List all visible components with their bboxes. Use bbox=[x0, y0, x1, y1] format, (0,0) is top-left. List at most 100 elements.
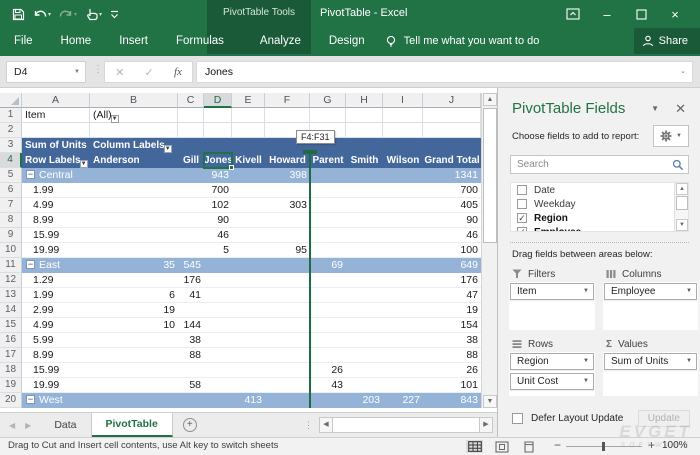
cell-D13[interactable] bbox=[204, 288, 232, 303]
col-header-H[interactable]: H bbox=[346, 93, 383, 108]
cell-I20[interactable]: 227 bbox=[383, 393, 423, 408]
field-pill-unit-cost[interactable]: Unit Cost▼ bbox=[510, 373, 594, 390]
cell-I18[interactable] bbox=[383, 363, 423, 378]
tab-design[interactable]: Design bbox=[315, 28, 379, 54]
cell-I16[interactable] bbox=[383, 333, 423, 348]
cell-D18[interactable] bbox=[204, 363, 232, 378]
cell-A3[interactable]: Sum of Units bbox=[22, 138, 90, 153]
cell-G9[interactable] bbox=[310, 228, 346, 243]
row-header-15[interactable]: 15 bbox=[0, 318, 22, 333]
cell-E3[interactable] bbox=[232, 138, 265, 153]
cell-D15[interactable] bbox=[204, 318, 232, 333]
defer-layout-checkbox[interactable] bbox=[512, 413, 523, 424]
row-header-3[interactable]: 3 bbox=[0, 138, 22, 153]
cell-B4[interactable]: Anderson bbox=[90, 153, 178, 168]
cell-H18[interactable] bbox=[346, 363, 383, 378]
col-header-J[interactable]: J bbox=[423, 93, 481, 108]
cell-A19[interactable]: 19.99 bbox=[22, 378, 90, 393]
cell-C2[interactable] bbox=[178, 123, 204, 138]
field-item-date[interactable]: Date bbox=[511, 183, 674, 197]
fill-handle[interactable] bbox=[229, 165, 234, 170]
cell-J17[interactable]: 88 bbox=[423, 348, 481, 363]
cell-G19[interactable]: 43 bbox=[310, 378, 346, 393]
cell-J16[interactable]: 38 bbox=[423, 333, 481, 348]
cell-E12[interactable] bbox=[232, 273, 265, 288]
redo-icon[interactable]: ▾ bbox=[57, 5, 79, 23]
rows-area-well[interactable]: Region▼ Unit Cost▼ bbox=[509, 352, 595, 396]
pane-options-chevron-icon[interactable]: ▼ bbox=[651, 104, 659, 113]
minimize-button[interactable]: – bbox=[590, 0, 624, 28]
cell-C15[interactable]: 144 bbox=[178, 318, 204, 333]
cell-E13[interactable] bbox=[232, 288, 265, 303]
cell-B18[interactable] bbox=[90, 363, 178, 378]
update-button[interactable]: Update bbox=[638, 410, 690, 427]
columns-area-well[interactable]: Employee▼ bbox=[603, 282, 698, 330]
search-input[interactable]: Search bbox=[510, 155, 689, 174]
cell-H8[interactable] bbox=[346, 213, 383, 228]
cell-F9[interactable] bbox=[265, 228, 310, 243]
cell-H4[interactable]: Smith bbox=[346, 153, 383, 168]
cell-A7[interactable]: 4.99 bbox=[22, 198, 90, 213]
cell-D3[interactable] bbox=[204, 138, 232, 153]
select-all-corner[interactable] bbox=[0, 93, 22, 108]
cell-A14[interactable]: 2.99 bbox=[22, 303, 90, 318]
cell-H1[interactable] bbox=[346, 108, 383, 123]
cell-H2[interactable] bbox=[346, 123, 383, 138]
cell-D7[interactable]: 102 bbox=[204, 198, 232, 213]
cell-D8[interactable]: 90 bbox=[204, 213, 232, 228]
cell-E7[interactable] bbox=[232, 198, 265, 213]
cell-B14[interactable]: 19 bbox=[90, 303, 178, 318]
row-header-7[interactable]: 7 bbox=[0, 198, 22, 213]
cell-G14[interactable] bbox=[310, 303, 346, 318]
cell-E9[interactable] bbox=[232, 228, 265, 243]
cell-A12[interactable]: 1.29 bbox=[22, 273, 90, 288]
cell-A5[interactable]: −Central bbox=[22, 168, 90, 183]
row-header-11[interactable]: 11 bbox=[0, 258, 22, 273]
row-header-13[interactable]: 13 bbox=[0, 288, 22, 303]
cell-C19[interactable]: 58 bbox=[178, 378, 204, 393]
zoom-out-icon[interactable]: − bbox=[554, 438, 561, 453]
cell-J11[interactable]: 649 bbox=[423, 258, 481, 273]
collapse-icon[interactable]: − bbox=[26, 260, 35, 269]
cell-J5[interactable]: 1341 bbox=[423, 168, 481, 183]
cell-I10[interactable] bbox=[383, 243, 423, 258]
tell-me-box[interactable]: Tell me what you want to do bbox=[385, 35, 540, 48]
row-header-2[interactable]: 2 bbox=[0, 123, 22, 138]
cell-B5[interactable] bbox=[90, 168, 178, 183]
cell-E16[interactable] bbox=[232, 333, 265, 348]
row-header-12[interactable]: 12 bbox=[0, 273, 22, 288]
cell-E20[interactable]: 413 bbox=[232, 393, 265, 408]
scroll-down-icon[interactable]: ▼ bbox=[483, 395, 497, 408]
filters-area-well[interactable]: Item▼ bbox=[509, 282, 595, 330]
cell-C12[interactable]: 176 bbox=[178, 273, 204, 288]
expand-formula-bar-icon[interactable]: ⌄ bbox=[680, 62, 686, 82]
field-pill-region[interactable]: Region▼ bbox=[510, 353, 594, 370]
cell-J8[interactable]: 90 bbox=[423, 213, 481, 228]
cell-C9[interactable] bbox=[178, 228, 204, 243]
cell-J1[interactable] bbox=[423, 108, 481, 123]
cell-D6[interactable]: 700 bbox=[204, 183, 232, 198]
sheet-prev-icon[interactable]: ◀ bbox=[9, 421, 15, 430]
collapse-icon[interactable]: − bbox=[26, 170, 35, 179]
cell-J14[interactable]: 19 bbox=[423, 303, 481, 318]
cell-J3[interactable] bbox=[423, 138, 481, 153]
col-header-I[interactable]: I bbox=[383, 93, 423, 108]
cell-B1[interactable]: (All)▼ bbox=[90, 108, 178, 123]
pill-dropdown-icon[interactable]: ▼ bbox=[583, 284, 589, 299]
touch-mode-icon[interactable]: ▾ bbox=[83, 5, 104, 23]
name-box-chevron-icon[interactable]: ▼ bbox=[74, 62, 80, 82]
filter-dropdown-icon[interactable]: ▼ bbox=[164, 145, 172, 153]
cell-D16[interactable] bbox=[204, 333, 232, 348]
cell-A9[interactable]: 15.99 bbox=[22, 228, 90, 243]
cell-H19[interactable] bbox=[346, 378, 383, 393]
cell-E6[interactable] bbox=[232, 183, 265, 198]
cell-J9[interactable]: 46 bbox=[423, 228, 481, 243]
cell-G18[interactable]: 26 bbox=[310, 363, 346, 378]
cancel-entry-icon[interactable]: ✕ bbox=[115, 66, 124, 79]
cell-A16[interactable]: 5.99 bbox=[22, 333, 90, 348]
zoom-level[interactable]: 100% bbox=[662, 438, 688, 454]
cell-G13[interactable] bbox=[310, 288, 346, 303]
cell-C13[interactable]: 41 bbox=[178, 288, 204, 303]
cell-B13[interactable]: 6 bbox=[90, 288, 178, 303]
cell-F16[interactable] bbox=[265, 333, 310, 348]
